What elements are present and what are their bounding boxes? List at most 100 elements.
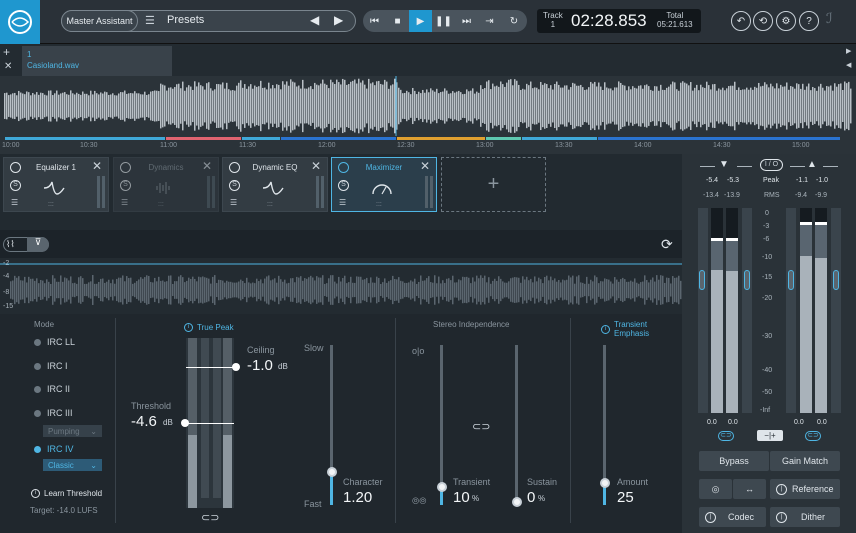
- sustain-slider-handle[interactable]: [512, 497, 522, 507]
- transient-emphasis-toggle[interactable]: Transient Emphasis: [614, 320, 649, 338]
- output-link-icon[interactable]: ⊂⊃: [805, 431, 821, 441]
- ceiling-value[interactable]: -1.0: [247, 357, 273, 374]
- play-button[interactable]: ▶: [409, 10, 432, 32]
- solo-icon[interactable]: S: [229, 180, 240, 191]
- module-maximizer[interactable]: S ☰ Maximizer ✕ :::: [331, 157, 437, 212]
- mode-option[interactable]: IRC LL: [47, 337, 75, 347]
- gain-match-button[interactable]: Gain Match: [770, 451, 840, 471]
- transient-slider-handle[interactable]: [437, 482, 447, 492]
- stop-button[interactable]: ■: [386, 10, 409, 32]
- list-icon[interactable]: ☰: [339, 198, 346, 207]
- close-module-icon[interactable]: ✕: [92, 159, 102, 173]
- ceiling-handle[interactable]: [232, 363, 240, 371]
- drag-handle-icon[interactable]: :::: [376, 201, 382, 208]
- mode-radio-selected[interactable]: [34, 446, 41, 453]
- irc3-style-dropdown[interactable]: Pumping ⌄: [43, 425, 102, 437]
- sustain-slider-track[interactable]: [515, 345, 518, 505]
- module-dynamic-eq[interactable]: S ☰ Dynamic EQ ✕ :::: [222, 157, 328, 212]
- loop-icon[interactable]: ↻: [501, 10, 527, 32]
- rewind-button[interactable]: ⏮: [363, 10, 386, 32]
- amount-value[interactable]: 25: [617, 489, 634, 506]
- settings-gear-icon[interactable]: ⚙: [776, 11, 796, 31]
- list-icon[interactable]: ☰: [230, 198, 237, 207]
- link-icon[interactable]: ⊂⊃: [472, 420, 490, 433]
- drag-handle-icon[interactable]: :::: [158, 201, 164, 208]
- output-gain-handle[interactable]: [788, 270, 794, 290]
- output-gain-handle[interactable]: [833, 270, 839, 290]
- mode-option[interactable]: IRC III: [47, 408, 73, 418]
- mode-radio[interactable]: [34, 363, 41, 370]
- module-equalizer[interactable]: S ☰ Equalizer 1 ✕ :::: [3, 157, 109, 212]
- solo-icon[interactable]: S: [120, 180, 131, 191]
- list-icon[interactable]: ☰: [11, 198, 18, 207]
- power-icon[interactable]: [10, 162, 21, 173]
- master-assistant-button[interactable]: Master Assistant: [61, 10, 138, 32]
- character-slider-handle[interactable]: [327, 467, 337, 477]
- output-gain-slider-track[interactable]: [831, 208, 841, 413]
- transient-slider-track[interactable]: [440, 345, 443, 505]
- gain-offset-icon[interactable]: −|+: [757, 430, 783, 441]
- output-collapse-icon[interactable]: ▲: [807, 159, 817, 170]
- true-peak-toggle[interactable]: True Peak: [197, 323, 234, 332]
- add-file-icon[interactable]: +: [3, 45, 10, 59]
- history-icon[interactable]: ⟲: [753, 11, 773, 31]
- power-icon[interactable]: [229, 162, 240, 173]
- link-icon[interactable]: ⊂⊃: [201, 511, 219, 524]
- pause-button[interactable]: ❚❚: [432, 10, 455, 32]
- io-toggle[interactable]: I / O: [760, 159, 783, 171]
- power-icon[interactable]: [338, 162, 349, 173]
- reset-scope-icon[interactable]: ⟳: [661, 236, 673, 253]
- mono-icon[interactable]: ◎: [699, 479, 732, 499]
- mode-radio[interactable]: [34, 339, 41, 346]
- drag-handle-icon[interactable]: :::: [267, 201, 273, 208]
- close-module-icon[interactable]: ✕: [420, 159, 430, 173]
- close-file-icon[interactable]: ✕: [4, 61, 12, 72]
- drag-handle-icon[interactable]: :::: [48, 201, 54, 208]
- ozone-logo[interactable]: [0, 0, 40, 44]
- transient-emphasis-info-icon[interactable]: i: [601, 325, 610, 334]
- solo-icon[interactable]: S: [338, 180, 349, 191]
- bypass-button[interactable]: Bypass: [699, 451, 769, 471]
- info-icon[interactable]: i: [31, 489, 40, 498]
- waveform-view-icon[interactable]: ⌇⌇: [6, 239, 15, 250]
- codec-button[interactable]: | Codec: [699, 507, 766, 527]
- threshold-handle[interactable]: [181, 419, 189, 427]
- module-dynamics[interactable]: S ☰ Dynamics ✕ :::: [113, 157, 219, 212]
- true-peak-info-icon[interactable]: i: [184, 323, 193, 332]
- mode-option[interactable]: IRC I: [47, 361, 68, 371]
- dither-button[interactable]: | Dither: [770, 507, 840, 527]
- input-gain-slider-track[interactable]: [742, 208, 752, 413]
- input-gain-handle[interactable]: [699, 270, 705, 290]
- sustain-value[interactable]: 0: [527, 489, 535, 506]
- loop-region-button[interactable]: ⇥: [478, 10, 501, 32]
- gain-reduction-view-icon[interactable]: ⊽: [27, 237, 49, 252]
- close-module-icon[interactable]: ✕: [311, 159, 321, 173]
- previous-preset-icon[interactable]: ◀: [310, 13, 319, 27]
- scroll-left-icon[interactable]: ◀: [846, 61, 851, 69]
- learn-threshold-button[interactable]: Learn Threshold: [44, 489, 102, 498]
- undo-icon[interactable]: ↶: [731, 11, 751, 31]
- power-icon[interactable]: [120, 162, 131, 173]
- output-gain-right-value[interactable]: 0.0: [817, 419, 827, 426]
- transient-value[interactable]: 10: [453, 489, 470, 506]
- character-value[interactable]: 1.20: [343, 489, 372, 506]
- input-gain-slider-track[interactable]: [698, 208, 708, 413]
- help-icon[interactable]: ?: [799, 11, 819, 31]
- list-icon[interactable]: ☰: [121, 198, 128, 207]
- close-module-icon[interactable]: ✕: [202, 159, 212, 173]
- output-gain-slider-track[interactable]: [786, 208, 796, 413]
- list-icon[interactable]: ☰: [145, 14, 155, 27]
- output-gain-left-value[interactable]: 0.0: [794, 419, 804, 426]
- input-gain-left-value[interactable]: 0.0: [707, 419, 717, 426]
- threshold-value[interactable]: -4.6: [131, 413, 157, 430]
- mode-option-selected[interactable]: IRC IV: [47, 444, 74, 454]
- add-module-button[interactable]: +: [441, 157, 546, 212]
- swap-channels-icon[interactable]: ↔: [733, 479, 766, 499]
- input-gain-handle[interactable]: [744, 270, 750, 290]
- solo-icon[interactable]: S: [10, 180, 21, 191]
- mode-radio[interactable]: [34, 386, 41, 393]
- mode-option[interactable]: IRC II: [47, 384, 70, 394]
- irc4-style-dropdown[interactable]: Classic ⌄: [43, 459, 102, 471]
- input-collapse-icon[interactable]: ▼: [719, 159, 729, 170]
- presets-label[interactable]: Presets: [167, 14, 204, 26]
